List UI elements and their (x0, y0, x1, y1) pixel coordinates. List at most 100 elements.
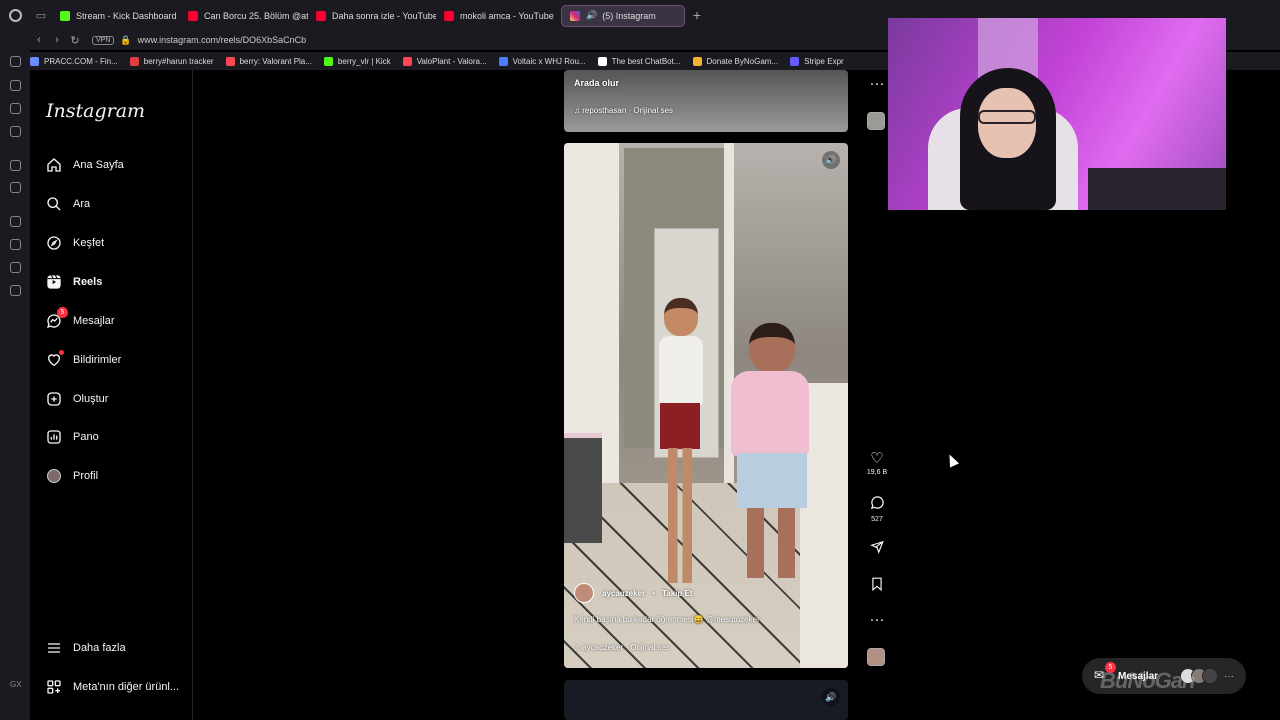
bookmark[interactable]: The best ChatBot... (597, 56, 681, 66)
tab-active[interactable]: 🔊 (5) Instagram (561, 4, 685, 27)
child-shirt (659, 336, 703, 406)
bookmark-label: berry: Valorant Pla... (239, 56, 312, 66)
tab[interactable]: mokoli amca - YouTube (436, 5, 561, 27)
lock-icon[interactable]: 🔒 (120, 35, 131, 46)
reel-audio[interactable]: ♫ aycaozeker · Orijinal ses (574, 643, 670, 652)
volume-icon[interactable]: 🔊 (822, 688, 840, 706)
nav-item-messages[interactable]: 5 Mesajlar (45, 307, 115, 329)
like-count: 19,6 B (866, 469, 888, 476)
reel-caption[interactable]: Kendi başına bu kadar öğrenmesi😄 @mesuto… (574, 615, 760, 624)
tab-title: Stream - Kick Dashboard (76, 10, 177, 21)
nav-item-explore[interactable]: Keşfet (45, 234, 104, 251)
instagram-sidebar: Instagram Ana Sayfa Ara Keşfet Reels 5 M… (30, 70, 193, 720)
url-field[interactable]: www.instagram.com/reels/DO6XbSaCnCb (138, 35, 307, 45)
author-avatar[interactable] (574, 583, 594, 603)
sidebar-ai-icon[interactable] (10, 80, 21, 91)
tab[interactable]: Can Borcu 25. Bölüm @at (180, 5, 308, 27)
reload-icon[interactable]: ↻ (66, 34, 84, 47)
tab[interactable]: Daha sonra izle - YouTube (308, 5, 436, 27)
nav-item-create[interactable]: Oluştur (45, 390, 108, 407)
bookmark[interactable]: berry#harun tracker (129, 56, 214, 66)
bookmark-favicon (30, 56, 39, 66)
nav-item-reels[interactable]: Reels (45, 273, 102, 290)
like-button[interactable]: ♡ 19,6 B (864, 451, 890, 477)
home-icon (45, 156, 62, 173)
bookmark[interactable]: berry_vlr | Kick (323, 56, 391, 66)
bookmark[interactable]: Voltaic x WHJ Rou... (498, 56, 586, 66)
reel-video[interactable]: 🔊 aycaozeker • Takip Et Kendi başına bu … (564, 143, 848, 668)
bookmark[interactable]: berry: Valorant Pla... (225, 56, 312, 66)
sidebar-home-icon[interactable] (10, 56, 21, 67)
child-shorts (660, 403, 700, 449)
nav-item-notifications[interactable]: Bildirimler (45, 350, 121, 368)
audio-thumbnail[interactable] (867, 112, 885, 130)
bookmark-favicon (790, 56, 800, 66)
author-name[interactable]: aycaozeker (602, 589, 645, 598)
sidebar-messenger-icon[interactable] (10, 103, 21, 114)
tab[interactable]: Stream - Kick Dashboard (52, 5, 180, 27)
nav-item-dashboard[interactable]: Pano (45, 428, 99, 445)
reel-next[interactable]: 🔊 (564, 680, 848, 720)
kick-icon (60, 10, 70, 21)
sidebar-twitch-icon[interactable] (10, 182, 21, 193)
nav-item-more[interactable]: Daha fazla (45, 639, 126, 656)
sidebar-settings-icon[interactable] (10, 285, 21, 296)
sidebar-history-icon[interactable] (10, 239, 21, 250)
reel-caption: Arada olur (574, 78, 620, 88)
stream-watermark: BuNoGan (1100, 668, 1195, 693)
speaker-icon[interactable]: 🔊 (586, 10, 597, 21)
bookmark-label: Stripe Expr (804, 56, 844, 66)
notification-dot (59, 350, 64, 355)
webcam-desk (1088, 168, 1226, 210)
nav-item-home[interactable]: Ana Sayfa (45, 156, 124, 173)
bookmark[interactable]: Donate ByNoGam... (692, 56, 778, 66)
more-options-button[interactable]: ··· (864, 612, 890, 628)
webcam-glasses (978, 110, 1036, 124)
tab-islands-icon[interactable]: ▭ (30, 0, 52, 30)
nav-item-profile[interactable]: Profil (45, 467, 98, 484)
tab-title: Can Borcu 25. Bölüm @at (204, 10, 308, 21)
mouse-cursor (944, 452, 960, 468)
child-head (664, 298, 698, 336)
child-shirt (731, 371, 809, 456)
forward-icon[interactable]: › (48, 34, 66, 46)
youtube-icon (188, 10, 198, 21)
sidebar-music-icon[interactable] (10, 126, 21, 137)
comment-button[interactable]: 527 (864, 495, 890, 523)
plus-square-icon (45, 390, 62, 407)
reel-previous[interactable]: Arada olur ♫ reposthasan · Orijinal ses (564, 70, 848, 132)
save-button[interactable] (864, 577, 890, 595)
scene-door-left (564, 143, 619, 483)
bookmark[interactable]: Stripe Expr (790, 56, 844, 66)
bookmark[interactable]: PRACC.COM - Fin... (30, 56, 118, 66)
comment-count: 527 (871, 516, 883, 523)
nav-item-search[interactable]: Ara (45, 195, 90, 212)
reel-audio[interactable]: ♫ reposthasan · Orijinal ses (574, 106, 673, 115)
instagram-logo[interactable]: Instagram (46, 100, 145, 122)
volume-icon[interactable]: 🔊 (822, 151, 840, 169)
nav-item-label: Keşfet (73, 236, 105, 249)
reel-audio-label: reposthasan · Orijinal ses (582, 106, 673, 115)
sidebar-extensions-icon[interactable] (10, 262, 21, 273)
share-button[interactable] (864, 540, 890, 558)
nav-item-meta[interactable]: Meta'nın diğer ürünl... (45, 678, 179, 695)
sidebar-kick-icon[interactable] (10, 160, 21, 171)
bookmark-icon (864, 577, 890, 595)
send-icon (864, 540, 890, 558)
nav-item-label: Ana Sayfa (73, 158, 124, 171)
new-tab-button[interactable]: + (685, 3, 709, 27)
screen: ▭ Stream - Kick Dashboard Can Borcu 25. … (0, 0, 1280, 720)
dashboard-icon (45, 428, 62, 445)
gx-icon[interactable]: GX (10, 680, 22, 689)
back-icon[interactable]: ‹ (30, 34, 48, 46)
audio-thumbnail[interactable] (867, 648, 885, 666)
bookmark[interactable]: ValoPlant - Valora... (402, 56, 487, 66)
vpn-badge[interactable]: VPN (92, 35, 115, 45)
opera-logo-icon[interactable] (0, 0, 30, 30)
tab-title: Daha sonra izle - YouTube (332, 10, 436, 21)
sidebar-player-icon[interactable] (10, 216, 21, 227)
follow-button[interactable]: Takip Et (662, 589, 693, 598)
more-options-icon[interactable]: ··· (864, 76, 890, 92)
tab-title: (5) Instagram (602, 10, 656, 21)
child-legs (668, 448, 692, 583)
